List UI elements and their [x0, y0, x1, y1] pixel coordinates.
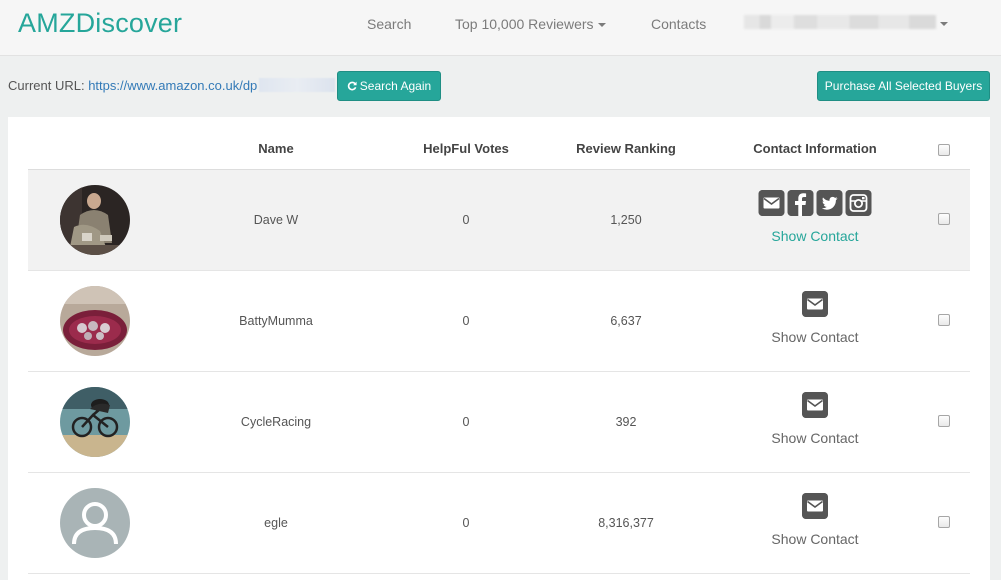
row-select-checkbox[interactable]: [938, 516, 950, 528]
instagram-icon[interactable]: [845, 190, 872, 216]
show-contact-link[interactable]: Show Contact: [771, 228, 858, 244]
table-row: BattyMumma 0 6,637 Show Contact: [28, 271, 970, 372]
header-review-ranking: Review Ranking: [576, 141, 676, 156]
account-caret-down-icon[interactable]: [940, 22, 948, 26]
current-url-link[interactable]: https://www.amazon.co.uk/dp: [88, 78, 257, 93]
account-menu-redacted[interactable]: [744, 15, 936, 29]
reviewer-name: Dave W: [253, 213, 299, 227]
header-helpful-votes: HelpFul Votes: [423, 141, 509, 156]
refresh-icon: [347, 81, 357, 91]
avatar: [60, 185, 130, 255]
search-again-button[interactable]: Search Again: [337, 71, 441, 101]
envelope-icon[interactable]: [802, 392, 828, 418]
helpful-votes: 0: [462, 213, 470, 227]
envelope-icon[interactable]: [802, 493, 828, 519]
brand-logo[interactable]: AMZDiscover: [18, 8, 182, 39]
contact-icons: [802, 392, 828, 418]
reviewers-panel: Name HelpFul Votes Review Ranking Contac…: [8, 117, 990, 580]
url-redacted: [259, 78, 336, 92]
reviewer-name: CycleRacing: [240, 415, 312, 429]
nav-top-reviewers-label: Top 10,000 Reviewers: [455, 16, 594, 32]
current-url-display: Current URL: https://www.amazon.co.uk/dp: [8, 78, 336, 93]
table-row: Dave W 0 1,250 Show Contact: [28, 170, 970, 271]
default-avatar: [60, 488, 130, 558]
row-select-checkbox[interactable]: [938, 213, 950, 225]
review-ranking: 8,316,377: [598, 516, 654, 530]
row-select-checkbox[interactable]: [938, 314, 950, 326]
show-contact-link[interactable]: Show Contact: [771, 531, 858, 547]
helpful-votes: 0: [462, 314, 470, 328]
review-ranking: 1,250: [610, 213, 642, 227]
avatar: [60, 286, 130, 356]
current-url-label: Current URL:: [8, 78, 85, 93]
show-contact-link[interactable]: Show Contact: [771, 430, 858, 446]
top-navbar: AMZDiscover Search Top 10,000 Reviewers …: [0, 0, 1001, 56]
reviewer-name: BattyMumma: [239, 314, 313, 328]
contact-icons: [758, 190, 872, 216]
envelope-icon[interactable]: [758, 190, 785, 216]
table-row: CycleRacing 0 392 Show Contact: [28, 372, 970, 473]
review-ranking: 392: [615, 415, 637, 429]
helpful-votes: 0: [462, 415, 470, 429]
nav-contacts[interactable]: Contacts: [651, 16, 706, 32]
contact-icons: [802, 291, 828, 317]
helpful-votes: 0: [462, 516, 470, 530]
envelope-icon[interactable]: [802, 291, 828, 317]
header-name: Name: [258, 141, 294, 156]
table-header: Name HelpFul Votes Review Ranking Contac…: [28, 117, 970, 170]
review-ranking: 6,637: [610, 314, 642, 328]
caret-down-icon: [597, 23, 606, 27]
twitter-icon[interactable]: [816, 190, 843, 216]
table-row: egle 0 8,316,377 Show Contact: [28, 473, 970, 574]
purchase-all-selected-button[interactable]: Purchase All Selected Buyers: [817, 71, 990, 101]
contact-icons: [802, 493, 828, 519]
nav-top-reviewers-dropdown[interactable]: Top 10,000 Reviewers: [455, 16, 606, 32]
show-contact-link[interactable]: Show Contact: [771, 329, 858, 345]
facebook-icon[interactable]: [787, 190, 814, 216]
avatar: [60, 387, 130, 457]
nav-search[interactable]: Search: [367, 16, 411, 32]
row-select-checkbox[interactable]: [938, 415, 950, 427]
header-contact-information: Contact Information: [753, 141, 877, 156]
reviewer-name: egle: [264, 516, 288, 530]
search-again-label: Search Again: [359, 79, 432, 93]
select-all-checkbox[interactable]: [938, 144, 950, 156]
